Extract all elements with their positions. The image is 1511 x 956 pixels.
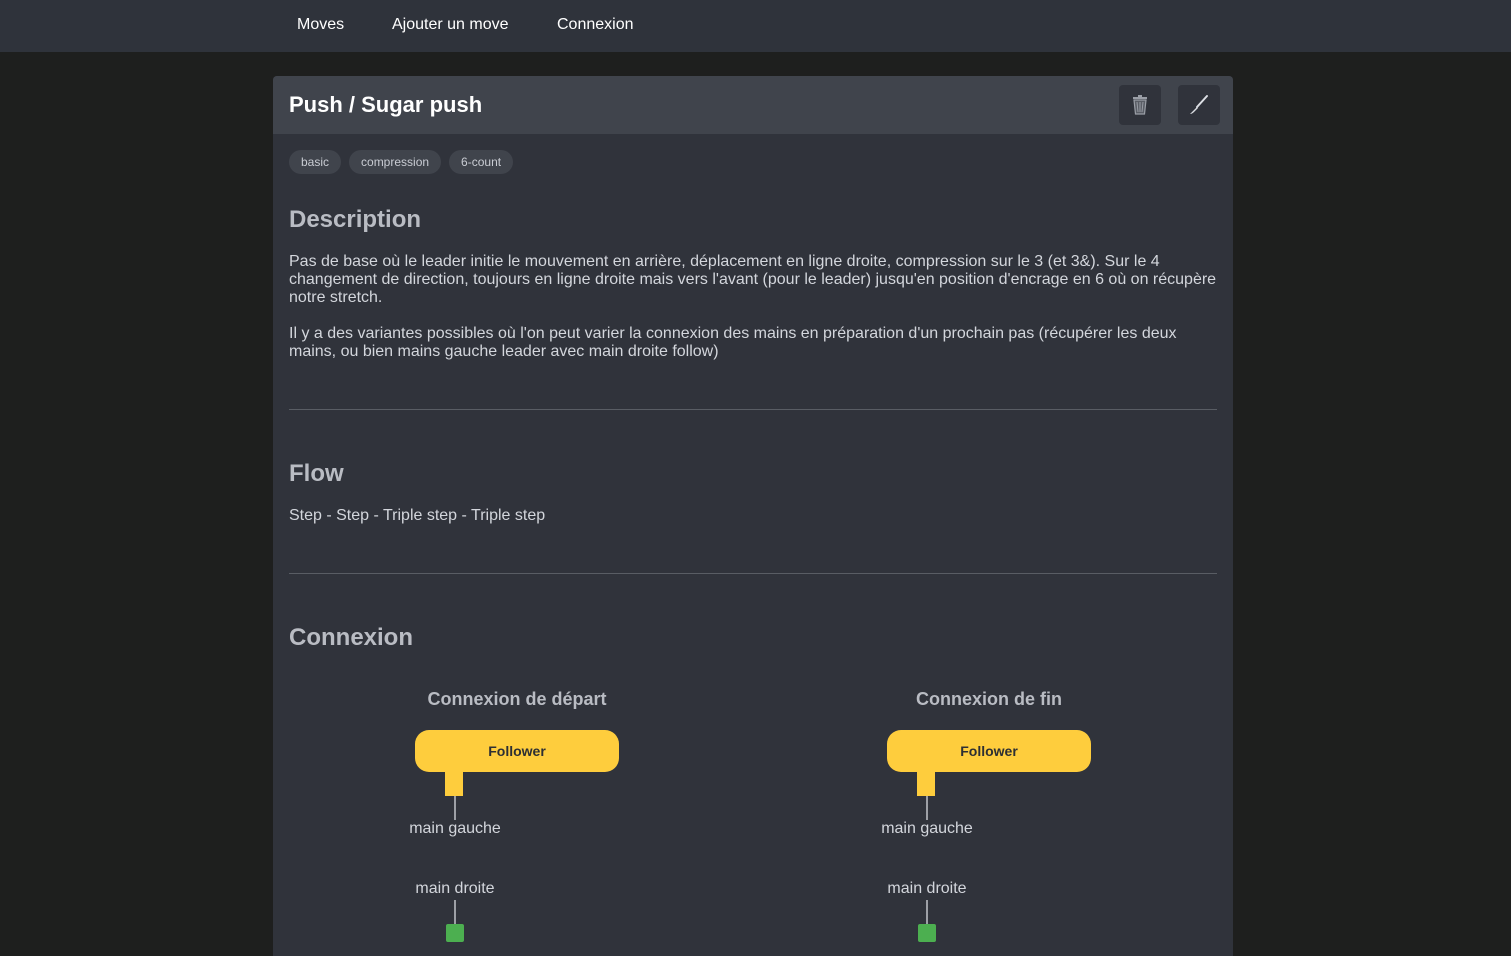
move-title: Push / Sugar push xyxy=(289,92,483,117)
tag-list: basic compression 6-count xyxy=(289,150,514,174)
description-paragraph: Pas de base où le leader initie le mouve… xyxy=(289,253,1217,306)
connector-line xyxy=(454,900,456,924)
left-hand-label: main gauche xyxy=(409,820,501,837)
edit-button[interactable] xyxy=(1178,85,1220,125)
leader-hand-marker xyxy=(918,924,936,942)
right-hand-label: main droite xyxy=(887,880,967,897)
nav-link-add-move[interactable]: Ajouter un move xyxy=(392,16,509,34)
left-hand-label: main gauche xyxy=(881,820,973,837)
trash-icon xyxy=(1133,95,1147,115)
follower-left-hand-stem xyxy=(445,770,463,796)
section-divider xyxy=(289,573,1217,574)
connector-line xyxy=(454,796,456,820)
delete-button[interactable] xyxy=(1119,85,1161,125)
start-connexion-title: Connexion de départ xyxy=(427,689,607,709)
top-navbar: Moves Ajouter un move Connexion xyxy=(0,0,1511,52)
description-paragraph: Il y a des variantes possibles où l'on p… xyxy=(289,325,1177,360)
end-connexion-title: Connexion de fin xyxy=(916,689,1062,709)
tag[interactable]: 6-count xyxy=(449,150,514,174)
flow-heading: Flow xyxy=(289,460,344,487)
nav-link-login[interactable]: Connexion xyxy=(557,16,634,34)
move-card: Push / Sugar push basic compression 6-co… xyxy=(273,76,1233,956)
follower-block: Follower xyxy=(415,730,619,772)
tag[interactable]: basic xyxy=(289,150,342,174)
flow-text: Step - Step - Triple step - Triple step xyxy=(289,507,546,524)
connector-line xyxy=(926,796,928,820)
right-hand-label: main droite xyxy=(415,880,495,897)
follower-block: Follower xyxy=(887,730,1091,772)
connector-line xyxy=(926,900,928,924)
tag[interactable]: compression xyxy=(349,150,442,174)
follower-left-hand-stem xyxy=(917,770,935,796)
nav-link-moves[interactable]: Moves xyxy=(297,16,344,34)
description-heading: Description xyxy=(289,206,422,233)
connexion-heading: Connexion xyxy=(289,624,413,651)
move-card-header: Push / Sugar push xyxy=(273,76,1233,134)
brush-icon xyxy=(1190,95,1208,114)
section-divider xyxy=(289,409,1217,410)
leader-hand-marker xyxy=(446,924,464,942)
